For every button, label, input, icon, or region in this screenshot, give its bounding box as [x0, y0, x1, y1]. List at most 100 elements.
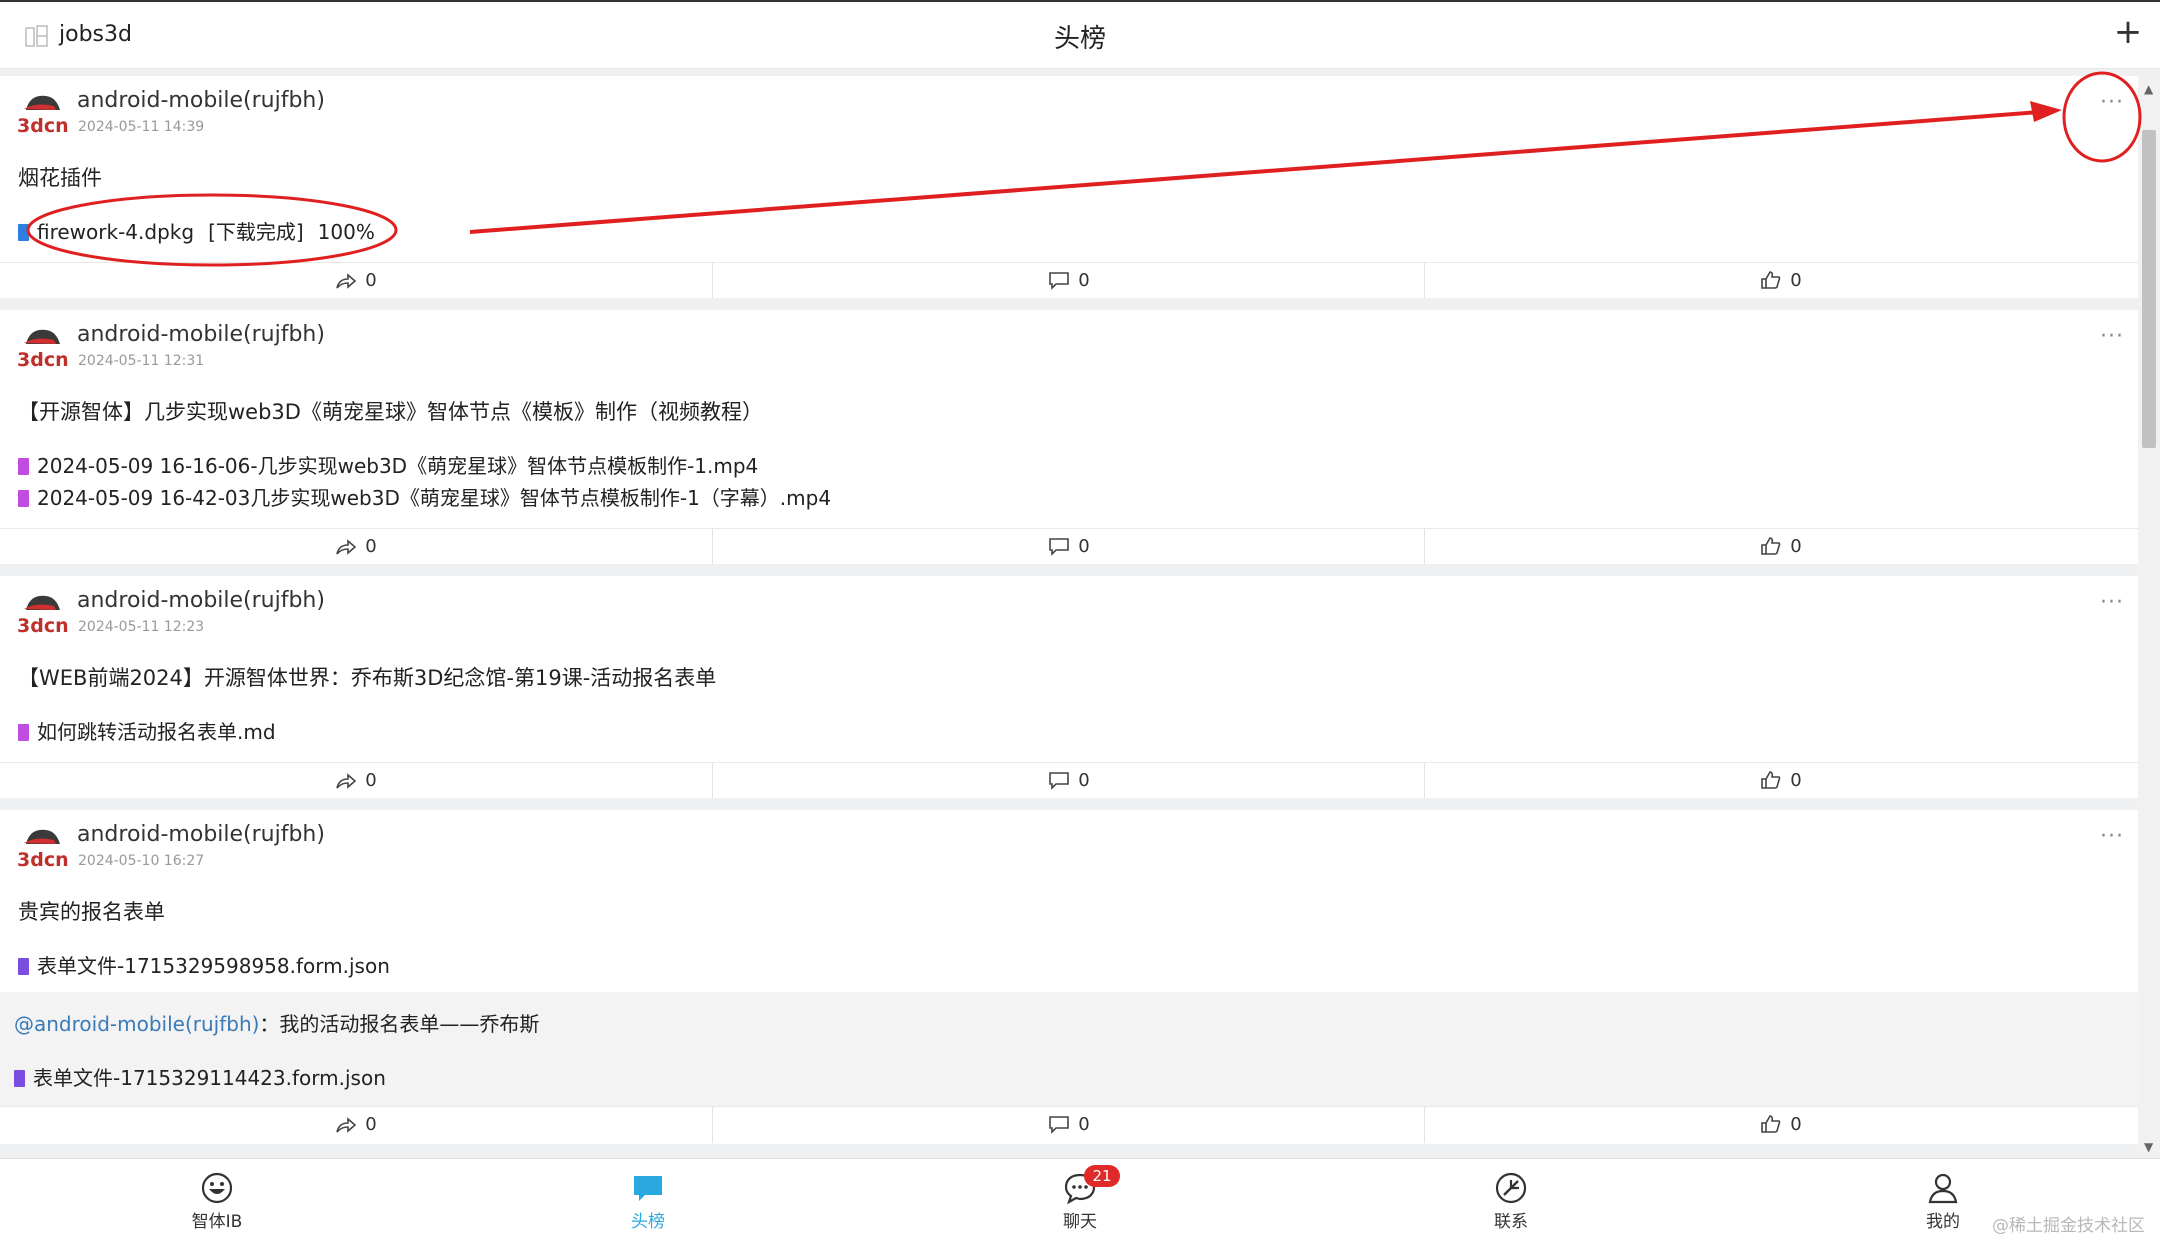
ellipsis-icon[interactable]: ···: [2100, 824, 2124, 849]
share-icon: [336, 273, 357, 289]
share-count: 0: [365, 536, 377, 557]
share-count: 0: [365, 770, 377, 791]
nav-label: 联系: [1494, 1212, 1528, 1232]
file-name: 2024-05-09 16-42-03几步实现web3D《萌宠星球》智体节点模板…: [37, 486, 832, 510]
vertical-scrollbar[interactable]: ▲ ▼: [2138, 76, 2160, 1158]
post-time: 2024-05-10 16:27: [78, 853, 205, 869]
app-logo-icon: [25, 25, 48, 47]
avatar: 3dcn: [17, 595, 68, 636]
scroll-up-arrow-icon[interactable]: ▲: [2144, 82, 2153, 96]
share-button[interactable]: 0: [0, 529, 712, 565]
file-attachment[interactable]: 表单文件-1715329598958.form.json: [18, 950, 390, 979]
download-percent: 100%: [317, 220, 375, 244]
quoted-post[interactable]: @android-mobile(rujfbh)：我的活动报名表单——乔布斯 表单…: [0, 992, 2138, 1106]
like-button[interactable]: 0: [1424, 1107, 2137, 1143]
file-icon: [14, 1070, 25, 1087]
share-button[interactable]: 0: [0, 763, 712, 799]
thumbs-up-icon: [1761, 771, 1781, 789]
username-label: jobs3d: [59, 22, 132, 47]
nav-label: 智体IB: [191, 1212, 243, 1232]
comment-button[interactable]: 0: [712, 1107, 1425, 1143]
post-author[interactable]: android-mobile(rujfbh): [77, 822, 325, 847]
nav-item-me[interactable]: 我的: [1883, 1171, 2003, 1232]
file-icon: [18, 224, 29, 241]
avatar: 3dcn: [17, 829, 68, 870]
user-icon: [1928, 1173, 1958, 1204]
share-count: 0: [365, 270, 377, 291]
like-button[interactable]: 0: [1424, 763, 2137, 799]
post-author[interactable]: android-mobile(rujfbh): [77, 88, 325, 113]
file-attachment[interactable]: firework-4.dpkg [下载完成] 100%: [18, 216, 389, 245]
nav-item-contacts[interactable]: 联系: [1451, 1171, 1571, 1232]
nav-item-toubang[interactable]: 头榜: [588, 1171, 708, 1232]
quote-message: ：我的活动报名表单——乔布斯: [259, 1012, 540, 1036]
file-attachment[interactable]: 2024-05-09 16-16-06-几步实现web3D《萌宠星球》智体节点模…: [18, 450, 758, 479]
post-actions: 0 0 0: [0, 262, 2138, 299]
ellipsis-icon[interactable]: ···: [2100, 90, 2124, 115]
nav-item-zhiti[interactable]: 智体IB: [157, 1171, 277, 1232]
file-attachment[interactable]: 表单文件-1715329114423.form.json: [14, 1062, 386, 1091]
ellipsis-icon[interactable]: ···: [2100, 590, 2124, 615]
like-count: 0: [1790, 270, 1802, 291]
svg-text:3dcn: 3dcn: [17, 115, 68, 136]
like-count: 0: [1790, 770, 1802, 791]
file-attachment[interactable]: 如何跳转活动报名表单.md: [18, 716, 276, 745]
post-time: 2024-05-11 12:31: [78, 353, 205, 369]
post-card: 3dcn android-mobile(rujfbh) 2024-05-11 1…: [0, 76, 2138, 299]
post-actions: 0 0 0: [0, 528, 2138, 565]
mention-link[interactable]: @android-mobile(rujfbh): [14, 1012, 259, 1036]
nav-label: 聊天: [1063, 1212, 1097, 1232]
ellipsis-icon[interactable]: ···: [2100, 324, 2124, 349]
comment-icon: [1049, 272, 1070, 290]
like-count: 0: [1790, 536, 1802, 557]
share-icon: [336, 773, 357, 789]
file-icon: [18, 490, 29, 507]
comment-button[interactable]: 0: [712, 263, 1425, 299]
share-button[interactable]: 0: [0, 1107, 712, 1143]
svg-text:3dcn: 3dcn: [17, 349, 68, 370]
share-count: 0: [365, 1114, 377, 1135]
thumbs-up-icon: [1761, 271, 1781, 289]
post-time: 2024-05-11 12:23: [78, 619, 205, 635]
nav-item-chat[interactable]: 21 聊天: [1020, 1165, 1140, 1232]
share-icon: [336, 539, 357, 555]
like-count: 0: [1790, 1114, 1802, 1135]
comment-count: 0: [1078, 536, 1090, 557]
scroll-down-arrow-icon[interactable]: ▼: [2144, 1140, 2153, 1154]
post-card: 3dcn android-mobile(rujfbh) 2024-05-11 1…: [0, 576, 2138, 799]
file-attachment[interactable]: 2024-05-09 16-42-03几步实现web3D《萌宠星球》智体节点模板…: [18, 482, 831, 511]
post-feed[interactable]: 3dcn android-mobile(rujfbh) 2024-05-11 1…: [0, 76, 2138, 1146]
like-button[interactable]: 0: [1424, 529, 2137, 565]
file-name: firework-4.dpkg: [37, 220, 195, 244]
file-name: 表单文件-1715329598958.form.json: [37, 954, 390, 978]
avatar: 3dcn: [17, 95, 68, 136]
file-name: 2024-05-09 16-16-06-几步实现web3D《萌宠星球》智体节点模…: [37, 454, 759, 478]
plus-icon[interactable]: +: [2112, 15, 2144, 49]
thumbs-up-icon: [1761, 1115, 1781, 1133]
share-button[interactable]: 0: [0, 263, 712, 299]
comment-button[interactable]: 0: [712, 763, 1425, 799]
unread-badge: 21: [1084, 1165, 1120, 1187]
thumbs-up-icon: [1761, 537, 1781, 555]
watermark: @稀土掘金技术社区: [1992, 1216, 2145, 1236]
avatar: 3dcn: [17, 329, 68, 370]
comment-icon: [1049, 538, 1070, 556]
file-icon: [18, 458, 29, 475]
scrollbar-thumb[interactable]: [2142, 130, 2156, 448]
post-author[interactable]: android-mobile(rujfbh): [77, 322, 325, 347]
comment-icon: [1049, 772, 1070, 790]
file-icon: [18, 724, 29, 741]
share-icon: [336, 1117, 357, 1133]
post-content: 烟花插件: [18, 166, 102, 190]
header-bar: jobs3d 头榜 +: [0, 2, 2160, 69]
comment-button[interactable]: 0: [712, 529, 1425, 565]
post-author[interactable]: android-mobile(rujfbh): [77, 588, 325, 613]
post-card: 3dcn android-mobile(rujfbh) 2024-05-11 1…: [0, 310, 2138, 565]
nav-label: 我的: [1926, 1212, 1960, 1232]
like-button[interactable]: 0: [1424, 263, 2137, 299]
comment-icon: [1049, 1116, 1070, 1134]
post-content: 【WEB前端2024】开源智体世界：乔布斯3D纪念馆-第19课-活动报名表单: [18, 666, 717, 690]
download-status: [下载完成]: [208, 220, 304, 244]
smiley-icon: [201, 1172, 233, 1204]
bottom-navigation: 智体IB 头榜 21 聊天 联系 我的 @稀土掘金技术社区: [0, 1158, 2160, 1240]
